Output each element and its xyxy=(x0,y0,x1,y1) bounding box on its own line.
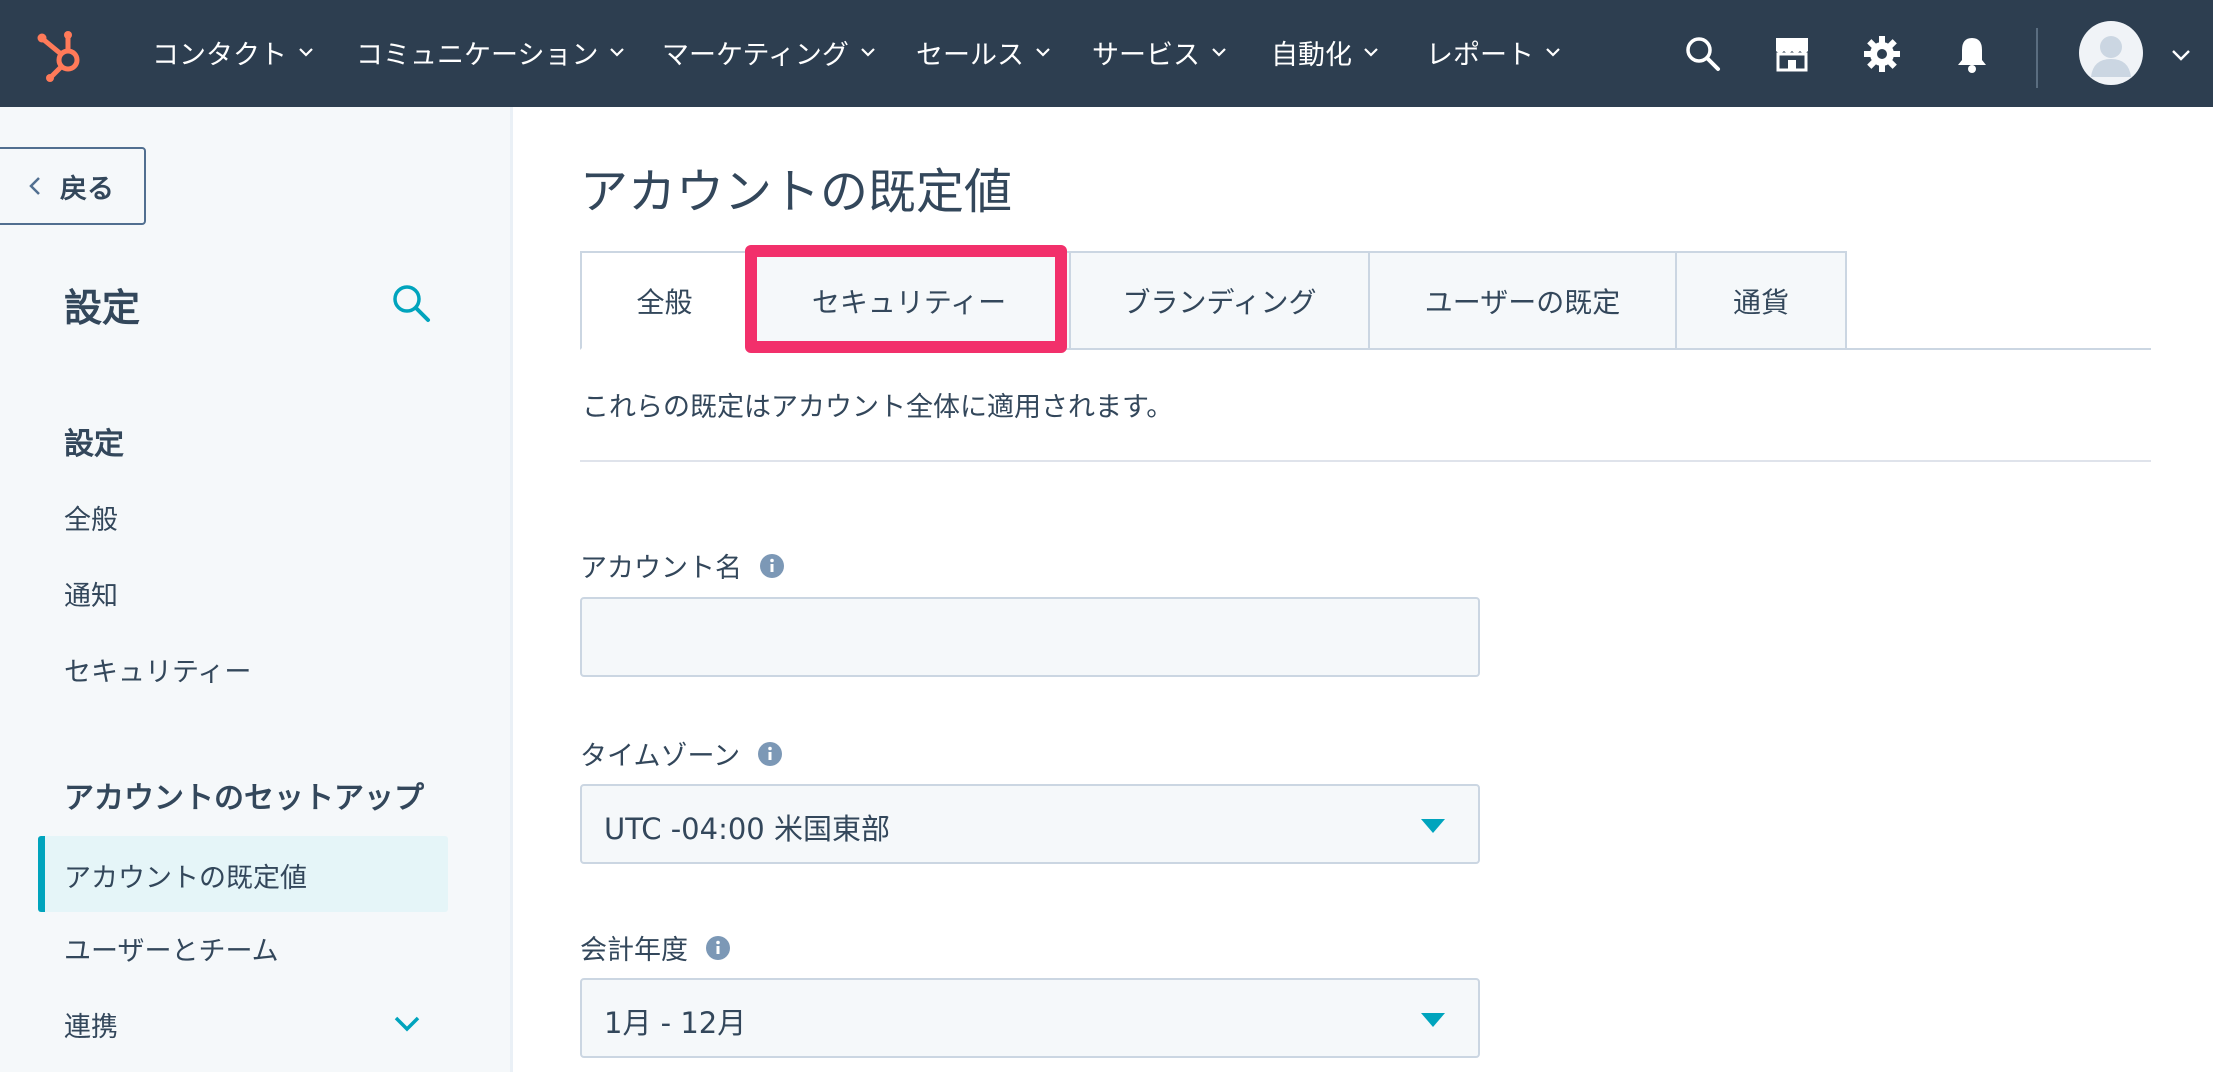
tab-baseline xyxy=(1846,348,2151,350)
gear-icon[interactable] xyxy=(1862,34,1902,74)
timezone-label: タイムゾーン xyxy=(580,741,741,772)
fiscal-year-label: 会計年度 xyxy=(580,935,688,966)
hubspot-sprocket-icon[interactable] xyxy=(34,26,90,82)
nav-marketing-label: マーケティング xyxy=(662,39,849,71)
tab-general[interactable]: 全般 xyxy=(580,251,749,350)
back-button[interactable]: 戻る xyxy=(0,147,146,225)
nav-automation-label: 自動化 xyxy=(1271,39,1352,71)
caret-down-icon xyxy=(1421,819,1445,833)
chevron-down-icon xyxy=(1212,48,1226,57)
caret-down-icon xyxy=(1421,1013,1445,1027)
info-icon[interactable] xyxy=(758,741,783,766)
account-name-input[interactable] xyxy=(580,597,1480,677)
account-name-label: アカウント名 xyxy=(580,553,742,584)
timezone-value: UTC -04:00 米国東部 xyxy=(604,812,890,846)
sidebar-title: 設定 xyxy=(64,286,141,330)
divider xyxy=(580,460,2151,462)
chevron-down-icon xyxy=(1364,48,1378,57)
nav-reports[interactable]: レポート xyxy=(1426,30,1562,74)
sidebar-item-account-defaults[interactable]: アカウントの既定値 xyxy=(38,836,448,912)
nav-reports-label: レポート xyxy=(1426,39,1534,71)
sidebar-item-users-teams[interactable]: ユーザーとチーム xyxy=(64,929,279,968)
tab-bar: 全般 セキュリティー ブランディング ユーザーの既定 通貨 xyxy=(580,251,1847,350)
bell-icon[interactable] xyxy=(1952,34,1992,74)
timezone-select[interactable]: UTC -04:00 米国東部 xyxy=(580,784,1480,864)
chevron-down-icon xyxy=(1546,48,1560,57)
tab-currency[interactable]: 通貨 xyxy=(1677,251,1847,350)
nav-service-label: サービス xyxy=(1092,39,1200,71)
settings-sidebar: 戻る 設定 設定 全般 通知 セキュリティー アカウントのセットアップ アカウン… xyxy=(0,107,513,1072)
nav-automation[interactable]: 自動化 xyxy=(1271,30,1380,74)
timezone-label-row: タイムゾーン xyxy=(580,734,783,773)
nav-contacts-label: コンタクト xyxy=(152,39,287,71)
marketplace-icon[interactable] xyxy=(1772,34,1812,74)
back-button-label: 戻る xyxy=(60,173,114,205)
fiscal-year-select[interactable]: 1月 - 12月 xyxy=(580,978,1480,1058)
chevron-down-icon xyxy=(861,48,875,57)
fiscal-year-value: 1月 - 12月 xyxy=(604,1006,747,1040)
sidebar-item-general[interactable]: 全般 xyxy=(64,498,118,537)
chevron-down-icon[interactable] xyxy=(2170,48,2192,62)
info-icon[interactable] xyxy=(760,553,784,578)
sidebar-item-integrations[interactable]: 連携 xyxy=(64,1005,118,1044)
user-avatar-icon[interactable] xyxy=(2079,21,2143,85)
nav-sales-label: セールス xyxy=(916,39,1024,71)
fiscal-year-label-row: 会計年度 xyxy=(580,928,730,967)
chevron-left-icon xyxy=(29,177,40,195)
page-title: アカウントの既定値 xyxy=(580,164,1013,220)
sidebar-section-settings: 設定 xyxy=(64,427,124,462)
nav-service[interactable]: サービス xyxy=(1092,30,1228,74)
chevron-down-icon xyxy=(1036,48,1050,57)
top-navigation-bar: コンタクト コミュニケーション マーケティング セールス サービス 自動化 レポ… xyxy=(0,0,2213,107)
tab-user-defaults[interactable]: ユーザーの既定 xyxy=(1370,251,1677,350)
search-icon[interactable] xyxy=(390,282,432,324)
sidebar-item-label: アカウントの既定値 xyxy=(64,863,307,894)
description-text: これらの既定はアカウント全体に適用されます。 xyxy=(582,392,1174,423)
sidebar-item-notifications[interactable]: 通知 xyxy=(64,574,118,613)
nav-divider xyxy=(2036,28,2038,88)
chevron-down-icon xyxy=(299,48,313,57)
nav-marketing[interactable]: マーケティング xyxy=(662,30,877,74)
nav-conversations[interactable]: コミュニケーション xyxy=(356,30,626,74)
sidebar-section-account-setup: アカウントのセットアップ xyxy=(64,781,424,816)
account-name-label-row: アカウント名 xyxy=(580,546,784,585)
chevron-down-icon[interactable] xyxy=(392,1014,422,1034)
nav-contacts[interactable]: コンタクト xyxy=(152,30,315,74)
tab-security[interactable]: セキュリティー xyxy=(749,251,1071,350)
nav-conversations-label: コミュニケーション xyxy=(356,39,599,71)
sidebar-item-security[interactable]: セキュリティー xyxy=(64,650,251,689)
search-icon[interactable] xyxy=(1683,34,1723,74)
nav-sales[interactable]: セールス xyxy=(916,30,1052,74)
tab-branding[interactable]: ブランディング xyxy=(1071,251,1370,350)
chevron-down-icon xyxy=(610,48,625,57)
info-icon[interactable] xyxy=(706,935,730,960)
